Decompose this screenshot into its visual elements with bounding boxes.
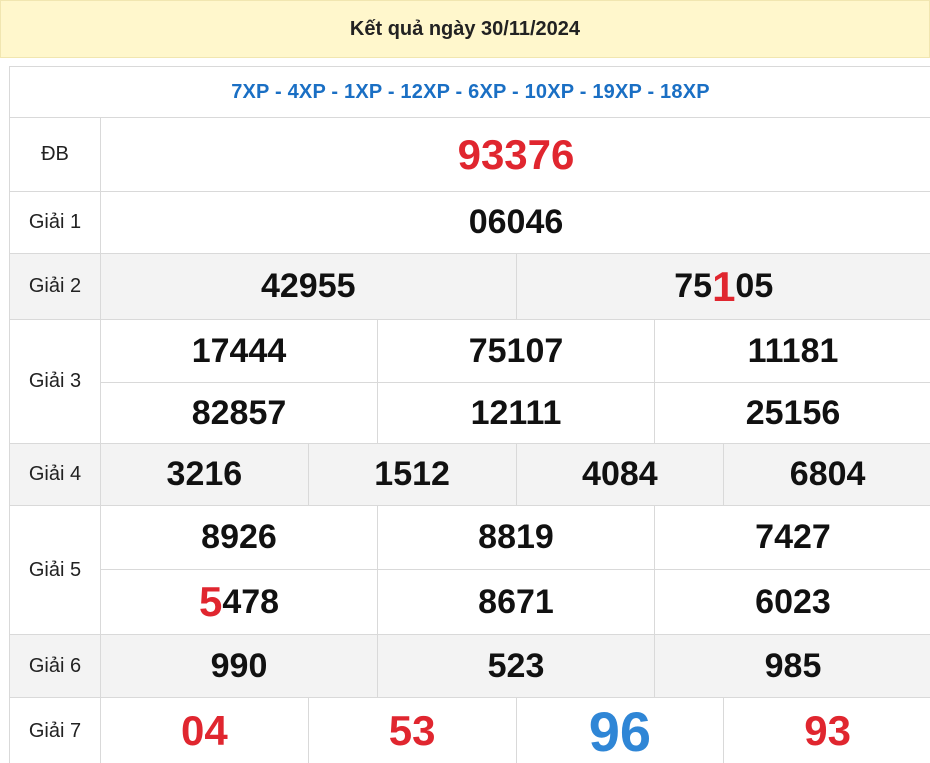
prize-5-number: 5 478 bbox=[101, 570, 378, 634]
label-prize-3: Giải 3 bbox=[10, 320, 101, 443]
result-date-title: Kết quả ngày 30/11/2024 bbox=[349, 17, 581, 40]
prize-7-number: 93 bbox=[804, 707, 851, 754]
prize-5-number: 8671 bbox=[378, 570, 655, 634]
label-prize-5: Giải 5 bbox=[10, 506, 101, 634]
row-prize-1: Giải 1 06046 bbox=[10, 192, 930, 254]
province-codes: 7XP - 4XP - 1XP - 12XP - 6XP - 10XP - 19… bbox=[10, 67, 930, 118]
prize-3-number: 82857 bbox=[101, 383, 378, 443]
prize-2-number: 75 1 05 bbox=[674, 262, 774, 310]
prize-7-number: 04 bbox=[101, 698, 309, 763]
prize-6-number: 985 bbox=[764, 646, 822, 685]
prize-3-number: 25156 bbox=[745, 393, 841, 432]
label-prize-7: Giải 7 bbox=[10, 698, 101, 763]
prize-7-number: 96 bbox=[517, 698, 725, 763]
label-prize-1: Giải 1 bbox=[10, 192, 101, 253]
prize-5-number: 8819 bbox=[378, 506, 655, 569]
label-prize-4: Giải 4 bbox=[10, 444, 101, 505]
prize-1-number: 06046 bbox=[468, 203, 564, 241]
row-prize-3: Giải 3 17444 75107 11181 82857 12111 251… bbox=[10, 320, 930, 444]
result-board: 7XP - 4XP - 1XP - 12XP - 6XP - 10XP - 19… bbox=[9, 66, 930, 763]
prize-5-number: 8926 bbox=[101, 506, 378, 569]
prize-3-number: 17444 bbox=[101, 320, 378, 382]
prize-3-number: 12111 bbox=[378, 383, 655, 443]
label-special: ĐB bbox=[10, 118, 101, 191]
row-prize-7: Giải 7 04 53 96 93 bbox=[10, 698, 930, 763]
prize-6-number: 990 bbox=[101, 635, 378, 697]
row-special-prize: ĐB 93376 bbox=[10, 118, 930, 192]
label-prize-2: Giải 2 bbox=[10, 254, 101, 319]
prize-5-number: 6023 bbox=[755, 582, 831, 621]
label-prize-6: Giải 6 bbox=[10, 635, 101, 697]
special-prize-number: 93376 bbox=[457, 130, 575, 178]
row-prize-2: Giải 2 42955 75 1 05 bbox=[10, 254, 930, 320]
prize-4-number: 1512 bbox=[309, 444, 517, 505]
row-prize-6: Giải 6 990 523 985 bbox=[10, 635, 930, 698]
prize-4-number: 4084 bbox=[517, 444, 725, 505]
row-prize-5: Giải 5 8926 8819 7427 5 478 8671 6023 bbox=[10, 506, 930, 635]
highlight-digit: 1 bbox=[712, 262, 736, 310]
prize-6-number: 523 bbox=[378, 635, 655, 697]
highlight-digit: 5 bbox=[198, 578, 223, 625]
prize-7-number: 53 bbox=[309, 698, 517, 763]
prize-4-number: 6804 bbox=[789, 455, 866, 493]
row-prize-4: Giải 4 3216 1512 4084 6804 bbox=[10, 444, 930, 506]
prize-2-number: 42955 bbox=[101, 254, 517, 319]
prize-4-number: 3216 bbox=[101, 444, 309, 505]
prize-5-number: 7427 bbox=[755, 518, 831, 556]
prize-3-number: 75107 bbox=[378, 320, 655, 382]
prize-3-number: 11181 bbox=[747, 331, 839, 370]
result-date-header: Kết quả ngày 30/11/2024 bbox=[0, 0, 930, 58]
